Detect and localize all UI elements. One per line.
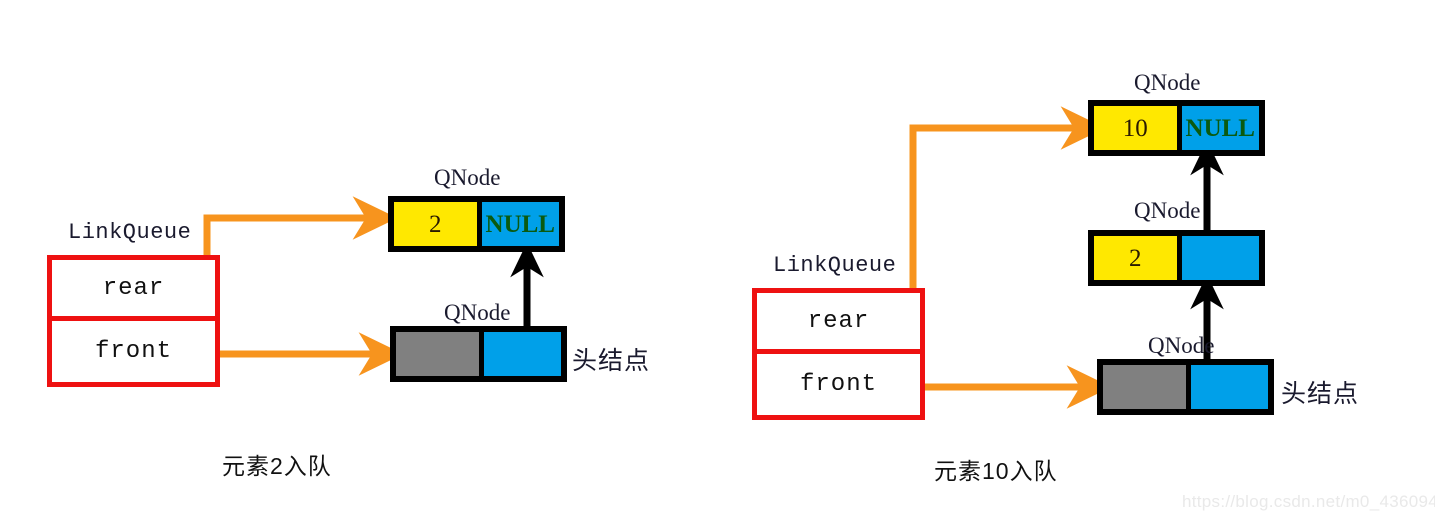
qnode-label-right-node10: QNode: [1134, 70, 1201, 95]
qnode-right-head: [1097, 359, 1274, 415]
linkqueue-field-rear-left: rear: [52, 260, 215, 321]
qnode-label-left-head: QNode: [444, 300, 511, 325]
qnode-left-node2: 2 NULL: [388, 196, 565, 252]
caption-left: 元素2入队: [222, 453, 332, 479]
qnode-data-cell-right-head: [1103, 365, 1186, 409]
linkqueue-field-front-right: front: [799, 371, 877, 398]
qnode-data-cell-left-node2: 2: [394, 202, 477, 246]
qnode-right-node2: 2: [1088, 230, 1265, 286]
qnode-data-cell-right-node10: 10: [1094, 106, 1177, 150]
qnode-data-cell-right-node2: 2: [1094, 236, 1177, 280]
arrow-left-rear-pointer: [203, 196, 398, 266]
qnode-next-cell-right-node10: NULL: [1176, 106, 1259, 150]
linkqueue-label-right: LinkQueue: [773, 253, 897, 278]
watermark: https://blog.csdn.net/m0_43609475: [1182, 492, 1435, 511]
qnode-label-left-node2: QNode: [434, 165, 501, 190]
qnode-label-right-head: QNode: [1148, 333, 1215, 358]
linkqueue-struct-left: rear front: [47, 255, 220, 387]
qnode-left-head: [390, 326, 567, 382]
qnode-data-cell-left-head: [396, 332, 479, 376]
qnode-next-cell-left-head: [478, 332, 561, 376]
linkqueue-struct-right: rear front: [752, 288, 925, 420]
arrow-right-rear-pointer: [909, 106, 1106, 299]
linkqueue-label-left: LinkQueue: [68, 220, 192, 245]
qnode-next-cell-right-node2: [1176, 236, 1259, 280]
qnode-label-right-node2: QNode: [1134, 198, 1201, 223]
qnode-right-node10: 10 NULL: [1088, 100, 1265, 156]
qnode-next-cell-right-head: [1185, 365, 1268, 409]
linkqueue-field-rear-right: rear: [757, 293, 920, 354]
qnode-next-cell-left-node2: NULL: [476, 202, 559, 246]
caption-right: 元素10入队: [934, 458, 1058, 484]
linkqueue-field-front-left: front: [94, 338, 172, 365]
diagram-canvas: LinkQueue rear front QNode 2 NULL QNode …: [0, 0, 1435, 521]
head-node-annotation-left: 头结点: [572, 347, 651, 375]
head-node-annotation-right: 头结点: [1281, 380, 1360, 408]
